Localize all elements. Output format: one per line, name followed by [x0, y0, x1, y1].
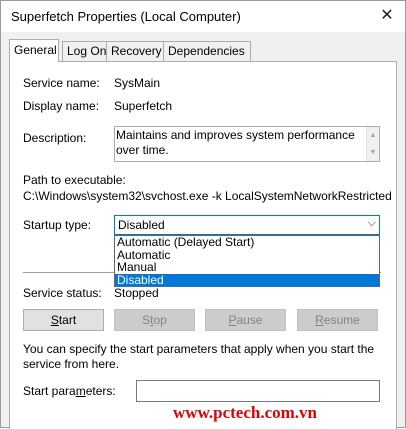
- scroll-up-icon[interactable]: ▲: [367, 128, 379, 143]
- resume-button[interactable]: Resume: [297, 309, 378, 331]
- close-icon[interactable]: ✕: [377, 6, 397, 26]
- tab-dependencies-label: Dependencies: [168, 44, 245, 58]
- pause-button[interactable]: Pause: [205, 309, 286, 331]
- stop-button-label: op: [153, 313, 167, 327]
- display-name-value: Superfetch: [114, 99, 173, 113]
- service-name-label: Service name:: [23, 76, 100, 90]
- start-params-input[interactable]: [136, 380, 380, 402]
- tab-dependencies[interactable]: Dependencies: [163, 41, 251, 61]
- start-params-label: Start parameters:: [23, 384, 116, 398]
- description-scrollbar[interactable]: ▲ ▼: [366, 127, 379, 161]
- startup-type-selected: Disabled: [118, 218, 165, 232]
- properties-dialog: Superfetch Properties (Local Computer) ✕…: [0, 0, 406, 429]
- window-title: Superfetch Properties (Local Computer): [11, 9, 241, 24]
- tab-log-on[interactable]: Log On: [62, 41, 107, 61]
- stop-button-prefix: S: [142, 313, 151, 327]
- resume-button-mnemonic: R: [315, 313, 324, 327]
- startup-option-manual[interactable]: Manual: [115, 261, 379, 274]
- display-name-label: Display name:: [23, 99, 100, 113]
- start-button-mnemonic: S: [50, 313, 59, 327]
- description-text: Maintains and improves system performanc…: [116, 128, 355, 157]
- chevron-down-icon[interactable]: ⌵: [368, 217, 376, 230]
- startup-type-dropdown: Automatic (Delayed Start) Automatic Manu…: [114, 235, 380, 287]
- service-status-label: Service status:: [23, 286, 102, 300]
- watermark: www.pctech.com.vn: [173, 403, 318, 422]
- tab-general[interactable]: General: [9, 39, 59, 62]
- service-status-value: Stopped: [114, 286, 159, 300]
- resume-button-label: esume: [323, 313, 360, 327]
- tab-log-on-label: Log On: [67, 44, 107, 58]
- start-params-label-a: Start para: [23, 384, 76, 398]
- start-button[interactable]: Start: [23, 309, 104, 331]
- startup-option-delayed[interactable]: Automatic (Delayed Start): [115, 236, 379, 249]
- path-label: Path to executable:: [23, 173, 126, 187]
- description-box[interactable]: Maintains and improves system performanc…: [114, 126, 380, 162]
- pause-button-label: ause: [236, 313, 263, 327]
- description-label: Description:: [23, 131, 87, 145]
- tab-recovery[interactable]: Recovery: [106, 41, 164, 61]
- stop-button[interactable]: Stop: [114, 309, 195, 331]
- tab-general-label: General: [14, 43, 57, 57]
- start-params-label-mnemonic: m: [75, 384, 86, 398]
- startup-type-label: Startup type:: [23, 218, 92, 232]
- startup-type-select[interactable]: Disabled ⌵: [114, 215, 380, 235]
- service-name-value: SysMain: [114, 76, 161, 90]
- title-bar[interactable]: Superfetch Properties (Local Computer) ✕: [1, 1, 405, 32]
- startup-option-disabled[interactable]: Disabled: [115, 273, 379, 286]
- scroll-down-icon[interactable]: ▼: [367, 145, 379, 160]
- start-params-help: You can specify the start parameters tha…: [23, 342, 375, 371]
- path-value: C:\Windows\system32\svchost.exe -k Local…: [23, 189, 392, 203]
- tab-recovery-label: Recovery: [111, 44, 162, 58]
- start-params-label-b: eters:: [85, 384, 116, 398]
- start-button-label: tart: [58, 313, 77, 327]
